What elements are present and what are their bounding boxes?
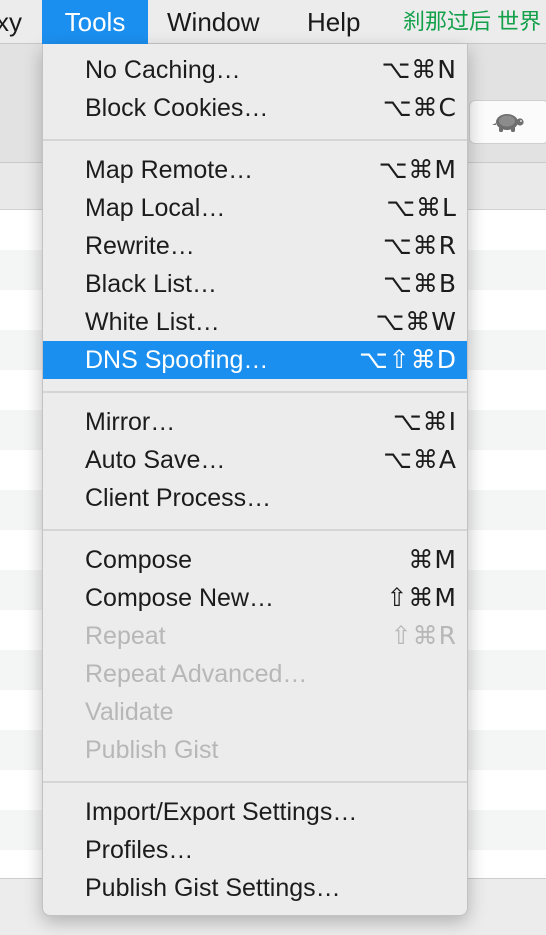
menu-item-no-caching[interactable]: No Caching… ⌥⌘N xyxy=(43,51,467,89)
menu-item-label: Publish Gist xyxy=(85,736,219,764)
menu-item-shortcut: ⌥⌘I xyxy=(392,407,457,436)
menu-tools[interactable]: Tools xyxy=(42,0,148,44)
menu-item-label: Black List… xyxy=(85,270,217,298)
menu-item-label: Profiles… xyxy=(85,836,194,864)
menu-item-label: Publish Gist Settings… xyxy=(85,874,341,902)
menu-item-label: Rewrite… xyxy=(85,232,195,260)
menu-item-label: Map Local… xyxy=(85,194,226,222)
menu-item-block-cookies[interactable]: Block Cookies… ⌥⌘C xyxy=(43,89,467,127)
menu-item-dns-spoofing[interactable]: DNS Spoofing… ⌥⇧⌘D xyxy=(43,341,467,379)
menu-item-repeat-advanced: Repeat Advanced… xyxy=(43,655,467,693)
menu-item-label: Compose xyxy=(85,546,192,574)
menu-item-map-remote[interactable]: Map Remote… ⌥⌘M xyxy=(43,151,467,189)
menu-item-map-local[interactable]: Map Local… ⌥⌘L xyxy=(43,189,467,227)
menu-separator xyxy=(43,391,467,393)
tools-menu-dropdown: No Caching… ⌥⌘N Block Cookies… ⌥⌘C Map R… xyxy=(42,44,468,916)
menu-item-publish-gist: Publish Gist xyxy=(43,731,467,769)
menu-item-shortcut: ⌥⌘W xyxy=(375,307,457,336)
menu-item-label: Compose New… xyxy=(85,584,274,612)
menu-item-repeat: Repeat ⇧⌘R xyxy=(43,617,467,655)
menu-item-rewrite[interactable]: Rewrite… ⌥⌘R xyxy=(43,227,467,265)
menu-item-compose[interactable]: Compose ⌘M xyxy=(43,541,467,579)
menu-item-shortcut: ⇧⌘R xyxy=(390,621,457,650)
menu-item-shortcut: ⌥⌘A xyxy=(383,445,457,474)
menu-item-shortcut: ⌥⌘B xyxy=(383,269,457,298)
menu-separator xyxy=(43,781,467,783)
turtle-icon xyxy=(492,114,524,132)
menu-item-label: Import/Export Settings… xyxy=(85,798,358,826)
menu-item-shortcut: ⌥⌘M xyxy=(378,155,457,184)
menu-item-shortcut: ⌘M xyxy=(408,545,457,574)
menu-item-label: Auto Save… xyxy=(85,446,226,474)
menu-item-shortcut: ⌥⌘R xyxy=(382,231,457,260)
menu-item-shortcut: ⌥⇧⌘D xyxy=(358,345,457,374)
menu-item-shortcut: ⇧⌘M xyxy=(386,583,457,612)
menu-item-compose-new[interactable]: Compose New… ⇧⌘M xyxy=(43,579,467,617)
menu-item-profiles[interactable]: Profiles… xyxy=(43,831,467,869)
menu-item-label: No Caching… xyxy=(85,56,241,84)
menu-item-mirror[interactable]: Mirror… ⌥⌘I xyxy=(43,403,467,441)
menu-item-label: Mirror… xyxy=(85,408,176,436)
menu-item-auto-save[interactable]: Auto Save… ⌥⌘A xyxy=(43,441,467,479)
menu-item-label: Client Process… xyxy=(85,484,272,512)
menu-item-validate: Validate xyxy=(43,693,467,731)
menu-item-black-list[interactable]: Black List… ⌥⌘B xyxy=(43,265,467,303)
menu-item-label: Block Cookies… xyxy=(85,94,269,122)
menu-item-label: Repeat xyxy=(85,622,166,650)
menu-bar: xy Tools Window Help 刹那过后 世界 xyxy=(0,0,546,44)
menu-item-shortcut: ⌥⌘C xyxy=(382,93,457,122)
menubar-status-text: 刹那过后 世界 xyxy=(403,9,542,34)
menu-item-import-export-settings[interactable]: Import/Export Settings… xyxy=(43,793,467,831)
menu-item-label: Map Remote… xyxy=(85,156,254,184)
menu-item-label: Repeat Advanced… xyxy=(85,660,308,688)
menu-item-publish-gist-settings[interactable]: Publish Gist Settings… xyxy=(43,869,467,907)
menu-item-label: Validate xyxy=(85,698,174,726)
menu-item-label: DNS Spoofing… xyxy=(85,346,269,374)
menu-window[interactable]: Window xyxy=(167,0,259,44)
menu-item-shortcut: ⌥⌘L xyxy=(386,193,457,222)
menu-separator xyxy=(43,529,467,531)
menu-separator xyxy=(43,139,467,141)
menu-app-name-partial[interactable]: xy xyxy=(0,0,22,44)
menu-item-white-list[interactable]: White List… ⌥⌘W xyxy=(43,303,467,341)
menu-item-shortcut: ⌥⌘N xyxy=(381,55,457,84)
menu-item-client-process[interactable]: Client Process… xyxy=(43,479,467,517)
menu-help[interactable]: Help xyxy=(307,0,360,44)
menu-item-label: White List… xyxy=(85,308,220,336)
